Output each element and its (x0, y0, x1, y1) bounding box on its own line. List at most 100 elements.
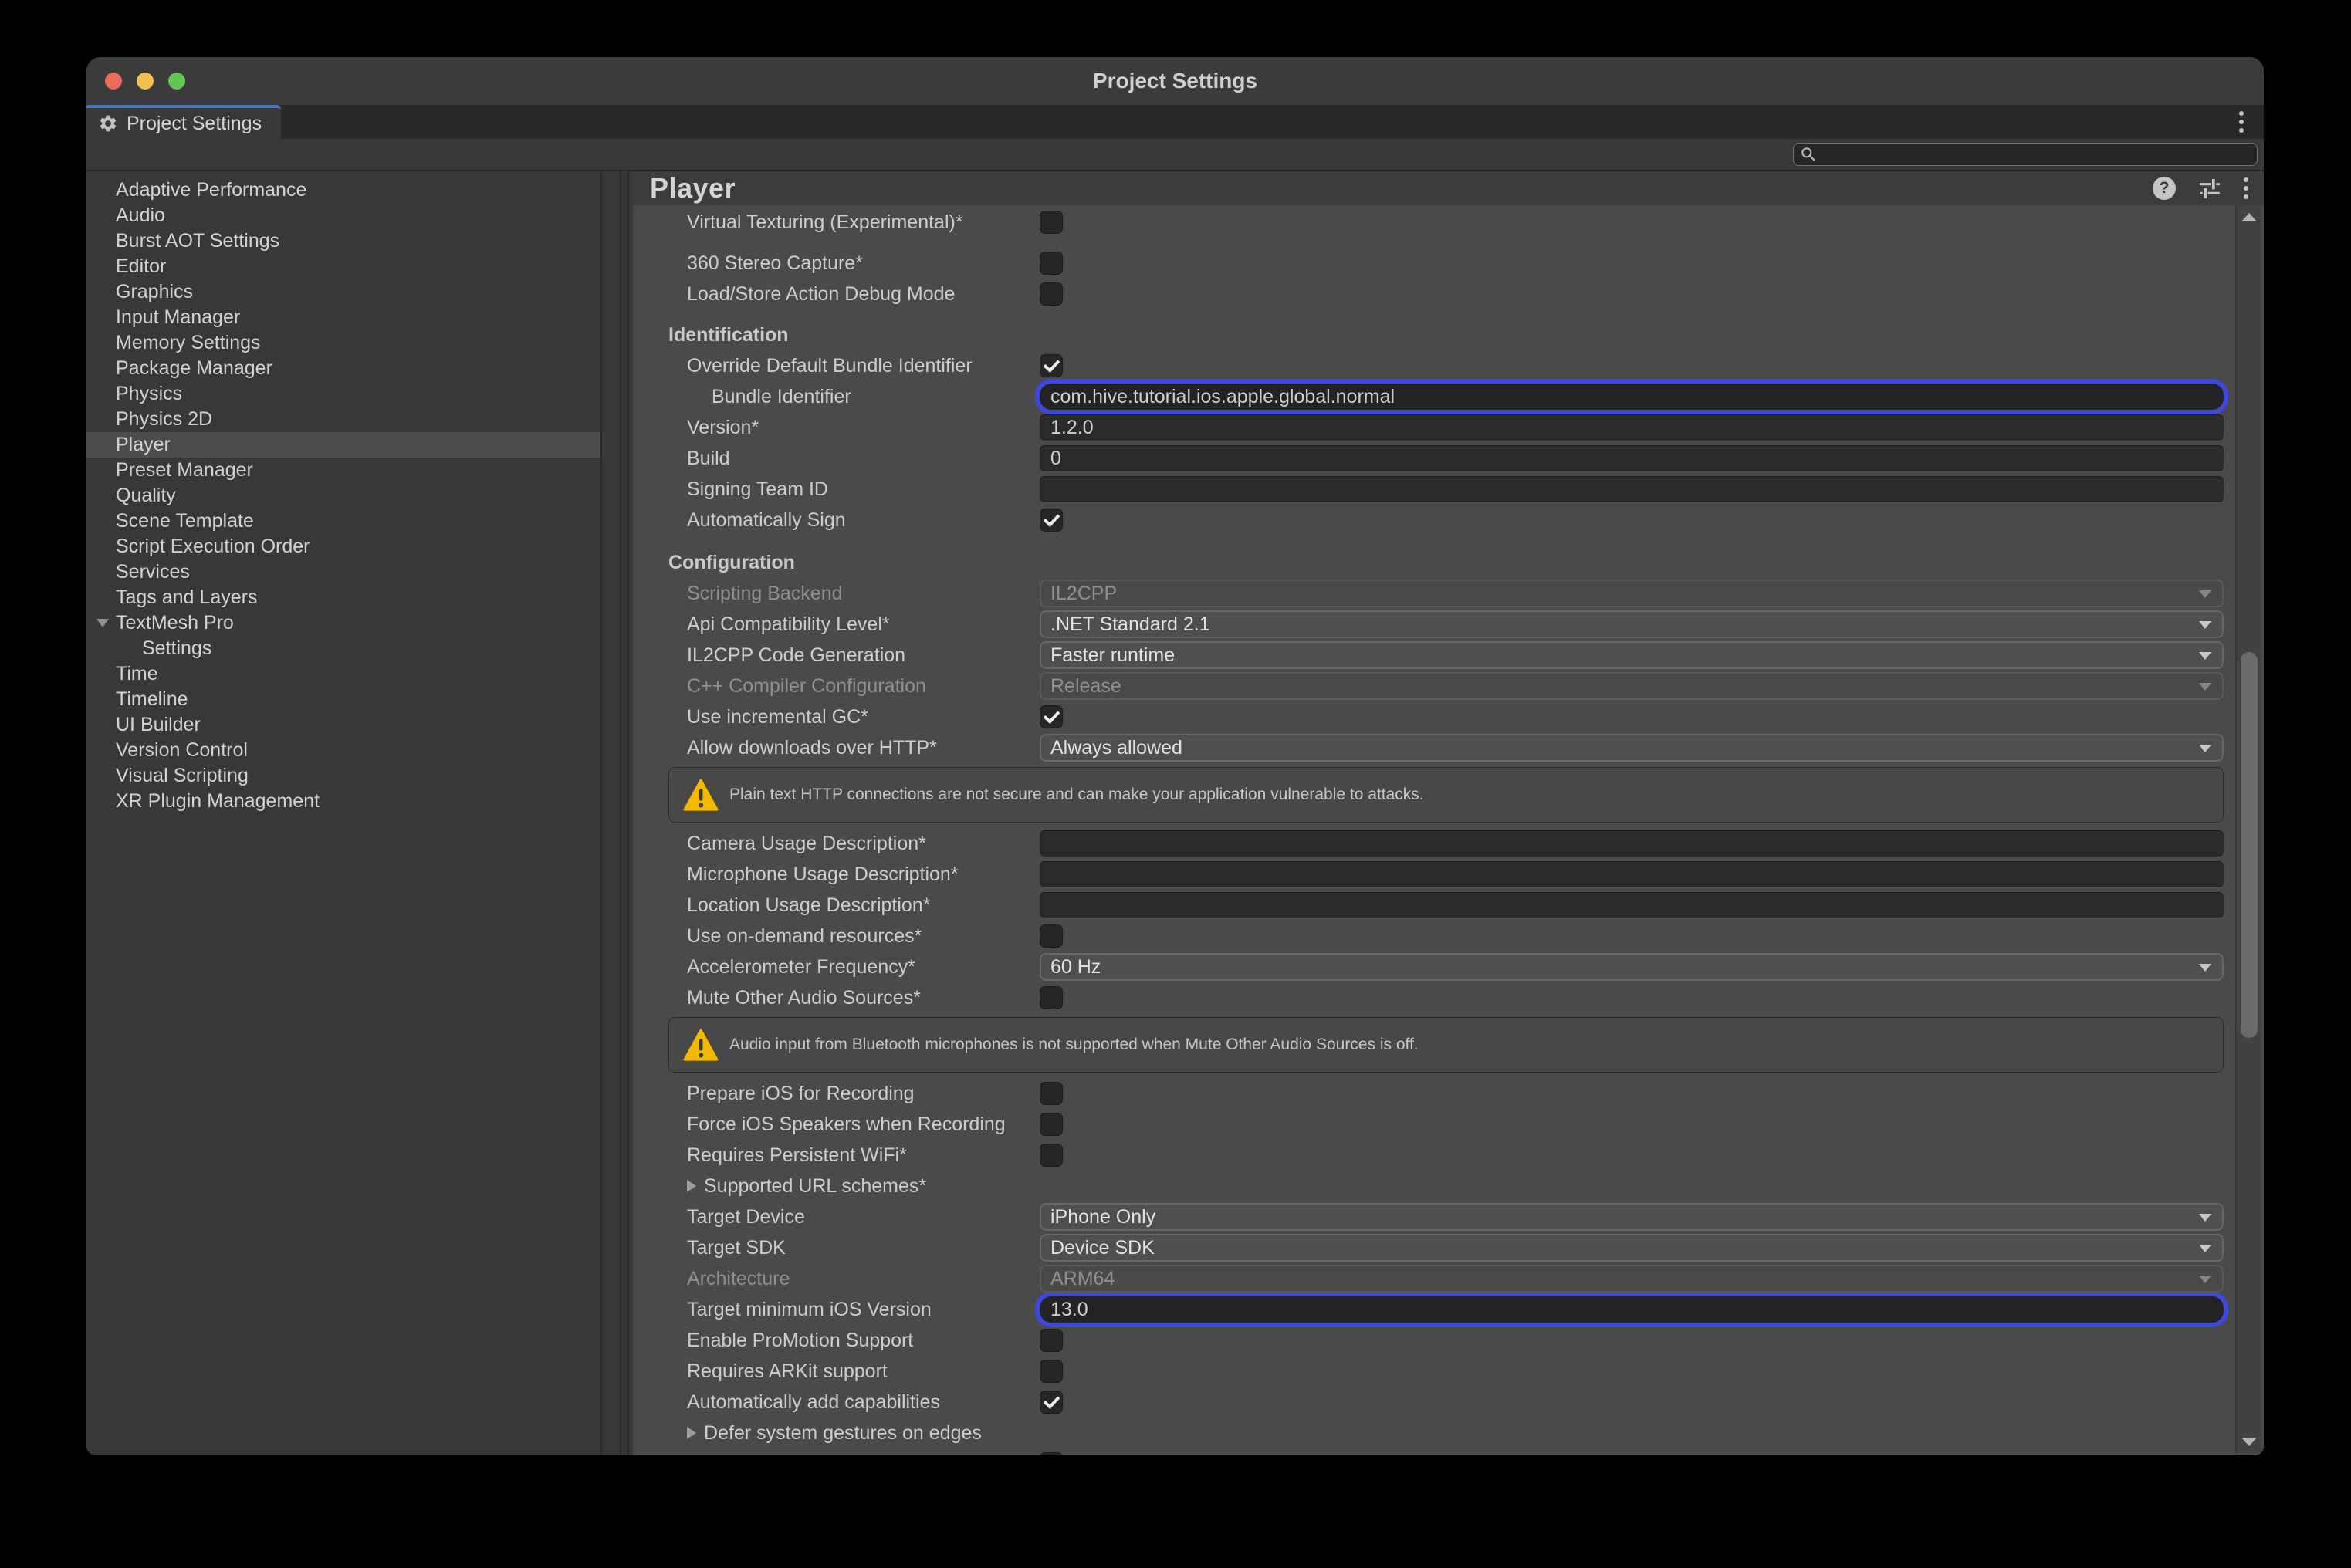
sidebar-item[interactable]: Burst AOT Settings (86, 228, 600, 254)
scroll-up-arrow-icon[interactable] (2237, 207, 2261, 227)
foldout-open-arrow-icon[interactable] (96, 619, 109, 627)
checkbox[interactable] (1040, 924, 1063, 948)
text-field[interactable] (1040, 1296, 2224, 1323)
minimize-button[interactable] (137, 73, 154, 90)
sidebar-item[interactable]: Graphics (86, 279, 600, 305)
sidebar-item[interactable]: Editor (86, 254, 600, 279)
checkbox[interactable] (1040, 509, 1063, 532)
checkbox[interactable] (1040, 252, 1063, 275)
checkbox[interactable] (1040, 1144, 1063, 1167)
tab-project-settings[interactable]: Project Settings (86, 105, 281, 139)
sidebar-item[interactable]: Physics (86, 381, 600, 407)
sidebar-item[interactable]: Version Control (86, 738, 600, 763)
settings-row: Target SDK Device SDK (687, 1232, 2224, 1263)
checkbox[interactable] (1040, 1452, 1063, 1455)
text-field[interactable] (1040, 476, 2224, 502)
setting-label: Override Default Bundle Identifier (687, 355, 1040, 377)
text-field[interactable] (1040, 892, 2224, 918)
dropdown[interactable]: 60 Hz (1040, 953, 2224, 981)
text-field[interactable] (1040, 861, 2224, 887)
sidebar-item[interactable]: Scene Template (86, 509, 600, 534)
sidebar-item[interactable]: XR Plugin Management (86, 789, 600, 814)
sidebar-item[interactable]: UI Builder (86, 712, 600, 738)
foldout-collapsed-arrow-icon[interactable] (687, 1427, 696, 1439)
checkbox[interactable] (1040, 282, 1063, 306)
dropdown[interactable]: ARM64 (1040, 1265, 2224, 1293)
settings-row: IL2CPP Code Generation Faster runtime (687, 640, 2224, 671)
sidebar-item[interactable]: Quality (86, 483, 600, 509)
sidebar-item[interactable]: Physics 2D (86, 407, 600, 432)
sidebar-item[interactable]: Visual Scripting (86, 763, 600, 789)
presets-icon[interactable] (2197, 176, 2222, 201)
checkbox[interactable] (1040, 1113, 1063, 1136)
kebab-menu-icon[interactable] (2239, 111, 2244, 133)
sidebar-item[interactable]: Package Manager (86, 356, 600, 381)
dropdown[interactable]: Device SDK (1040, 1234, 2224, 1262)
search-input[interactable] (1817, 143, 2257, 166)
sidebar-item-label: Physics 2D (116, 408, 212, 431)
sidebar-item[interactable]: Audio (86, 203, 600, 228)
sidebar-item[interactable]: Services (86, 559, 600, 585)
checkbox[interactable] (1040, 1082, 1063, 1105)
dropdown[interactable]: Always allowed (1040, 734, 2224, 762)
checkbox[interactable] (1040, 354, 1063, 377)
zoom-button[interactable] (168, 73, 185, 90)
scrollbar-thumb[interactable] (2241, 652, 2258, 1038)
titlebar[interactable]: Project Settings (86, 57, 2264, 105)
sidebar-item[interactable]: Time (86, 661, 600, 687)
foldout-row[interactable]: Defer system gestures on edges (687, 1418, 2224, 1448)
sidebar-splitter[interactable] (600, 171, 633, 1455)
settings-row: Signing Team ID (687, 474, 2224, 505)
scrollbar[interactable] (2235, 205, 2261, 1453)
checkbox[interactable] (1040, 211, 1063, 234)
dropdown[interactable]: .NET Standard 2.1 (1040, 610, 2224, 638)
sidebar-item[interactable]: TextMesh Pro (86, 610, 600, 636)
sidebar-item[interactable]: Timeline (86, 687, 600, 712)
sidebar-item[interactable]: Player (86, 432, 600, 458)
traffic-lights (105, 57, 185, 105)
sidebar-item[interactable]: Memory Settings (86, 330, 600, 356)
text-field[interactable] (1040, 414, 2224, 441)
sidebar-item[interactable]: Adaptive Performance (86, 177, 600, 203)
sidebar-item[interactable]: Preset Manager (86, 458, 600, 483)
close-button[interactable] (105, 73, 122, 90)
setting-label: Use on-demand resources* (687, 925, 1040, 948)
dropdown[interactable]: iPhone Only (1040, 1203, 2224, 1231)
foldout-collapsed-arrow-icon[interactable] (687, 1180, 696, 1192)
foldout-row[interactable]: Supported URL schemes* (687, 1171, 2224, 1201)
scroll-down-arrow-icon[interactable] (2237, 1431, 2261, 1451)
text-field[interactable] (1040, 384, 2224, 410)
dropdown[interactable]: IL2CPP (1040, 580, 2224, 607)
checkbox[interactable] (1040, 1391, 1063, 1414)
settings-row: Use incremental GC* (687, 701, 2224, 732)
search-box[interactable] (1793, 143, 2258, 166)
dropdown[interactable]: Release (1040, 672, 2224, 700)
search-icon (1800, 146, 1817, 163)
setting-label: Accelerometer Frequency* (687, 956, 1040, 978)
checkbox[interactable] (1040, 986, 1063, 1009)
sidebar-item[interactable]: Settings (86, 636, 600, 661)
sidebar-item[interactable]: Tags and Layers (86, 585, 600, 610)
dropdown[interactable]: Faster runtime (1040, 641, 2224, 669)
warning-triangle-icon (683, 1028, 719, 1062)
settings-row: 360 Stereo Capture* (687, 248, 2224, 279)
dropdown-arrow-icon (2199, 683, 2211, 691)
settings-row: Scripting Backend IL2CPP (687, 578, 2224, 609)
setting-label: Api Compatibility Level* (687, 613, 1040, 636)
kebab-menu-icon[interactable] (2244, 177, 2248, 199)
help-icon[interactable] (2153, 177, 2176, 200)
checkbox[interactable] (1040, 705, 1063, 728)
sidebar-item[interactable]: Input Manager (86, 305, 600, 330)
text-field[interactable] (1040, 445, 2224, 471)
setting-label: Requires ARKit support (687, 1360, 1040, 1383)
checkbox[interactable] (1040, 1360, 1063, 1383)
checkbox[interactable] (1040, 1329, 1063, 1352)
warning-box: Plain text HTTP connections are not secu… (668, 767, 2224, 823)
window-title: Project Settings (1093, 69, 1257, 93)
sidebar-item-label: Scene Template (116, 510, 254, 532)
setting-label: Architecture (687, 1268, 1040, 1290)
text-field[interactable] (1040, 830, 2224, 857)
setting-label: Enable ProMotion Support (687, 1330, 1040, 1352)
settings-row: Hide home button on iPhone X (687, 1448, 2224, 1455)
sidebar-item[interactable]: Script Execution Order (86, 534, 600, 559)
